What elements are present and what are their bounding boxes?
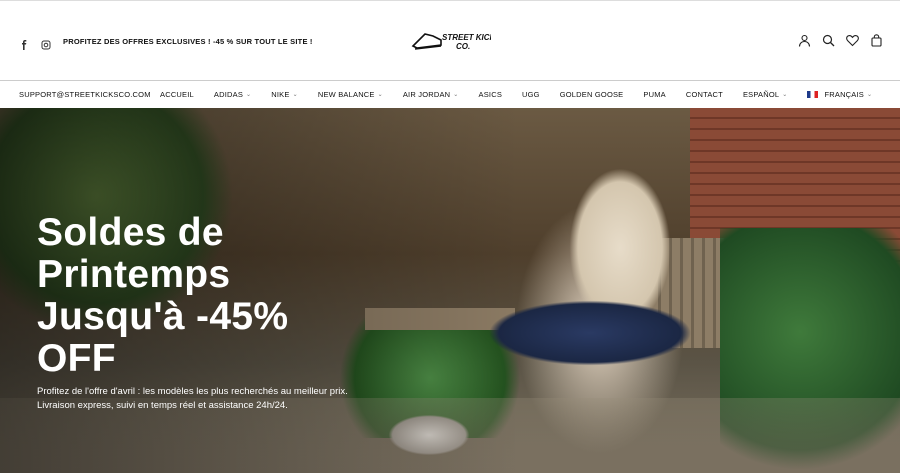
- header-icons: [798, 34, 883, 47]
- support-email[interactable]: SUPPORT@STREETKICKSCO.COM: [19, 90, 151, 99]
- chevron-down-icon: ⌄: [453, 92, 459, 98]
- chevron-down-icon: ⌄: [782, 92, 788, 98]
- nav-item-français[interactable]: FRANÇAIS ⌄: [807, 90, 872, 99]
- search-icon[interactable]: [822, 34, 835, 47]
- instagram-icon[interactable]: [41, 37, 51, 50]
- nav-item-ugg[interactable]: UGG: [522, 90, 540, 99]
- nav-item-label: NEW BALANCE: [317, 90, 375, 99]
- nav-item-adidas[interactable]: ADIDAS ⌄: [214, 90, 251, 99]
- chevron-down-icon: ⌄: [377, 92, 383, 98]
- nav-menu: ACCUEIL ADIDAS ⌄ NIKE ⌄ NEW BALANCE ⌄ AIR JORDA…: [160, 90, 892, 99]
- nav-item-accueil[interactable]: ACCUEIL: [160, 90, 194, 99]
- nav-item-label: NIKE: [271, 90, 290, 99]
- nav-item-label: ESPAÑOL: [742, 90, 780, 99]
- logo[interactable]: STREET KICKS CO.: [411, 28, 501, 54]
- heart-icon[interactable]: [846, 34, 859, 47]
- hero-banner[interactable]: Soldes de Printemps Jusqu'à -45% OFF Pro…: [0, 108, 900, 473]
- nav-item-label: AIR JORDAN: [402, 90, 451, 99]
- nav-item-español[interactable]: ESPAÑOL ⌄: [743, 90, 788, 99]
- chevron-down-icon: ⌄: [867, 92, 873, 98]
- top-bar: PROFITEZ DES OFFRES EXCLUSIVES ! -45 % S…: [0, 0, 900, 80]
- social-links: [19, 37, 51, 50]
- nav-item-label: UGG: [522, 90, 540, 99]
- nav-item-label: CONTACT: [685, 90, 723, 99]
- logo-line2: CO.: [456, 42, 470, 51]
- chevron-down-icon: ⌄: [246, 92, 252, 98]
- nav-item-label: GOLDEN GOOSE: [559, 90, 624, 99]
- nav-item-label: ASICS: [478, 90, 503, 99]
- nav-item-asics[interactable]: ASICS: [479, 90, 503, 99]
- hero-headline: Soldes de Printemps Jusqu'à -45% OFF: [37, 211, 289, 380]
- nav-item-label: PUMA: [643, 90, 666, 99]
- user-icon[interactable]: [798, 34, 811, 47]
- nav-item-label: ADIDAS: [213, 90, 244, 99]
- nav-item-label: FRANÇAIS: [824, 90, 864, 99]
- facebook-icon[interactable]: [19, 37, 29, 50]
- nav-item-label: ACCUEIL: [160, 90, 194, 99]
- promo-banner: PROFITEZ DES OFFRES EXCLUSIVES ! -45 % S…: [63, 37, 313, 46]
- nav-item-contact[interactable]: CONTACT: [686, 90, 723, 99]
- nav-item-air-jordan[interactable]: AIR JORDAN ⌄: [403, 90, 459, 99]
- nav-item-nike[interactable]: NIKE ⌄: [271, 90, 298, 99]
- main-nav: SUPPORT@STREETKICKSCO.COM ACCUEIL ADIDAS ⌄…: [0, 80, 900, 108]
- nav-item-golden-goose[interactable]: GOLDEN GOOSE: [560, 90, 624, 99]
- hero-subtext: Profitez de l'offre d'avril : les modèle…: [37, 386, 348, 411]
- logo-line1: STREET KICKS: [442, 33, 491, 42]
- chevron-down-icon: ⌄: [292, 92, 298, 98]
- flag-fr-icon: [807, 91, 819, 98]
- nav-item-new-balance[interactable]: NEW BALANCE ⌄: [318, 90, 383, 99]
- cart-icon[interactable]: [870, 34, 883, 47]
- nav-item-puma[interactable]: PUMA: [643, 90, 665, 99]
